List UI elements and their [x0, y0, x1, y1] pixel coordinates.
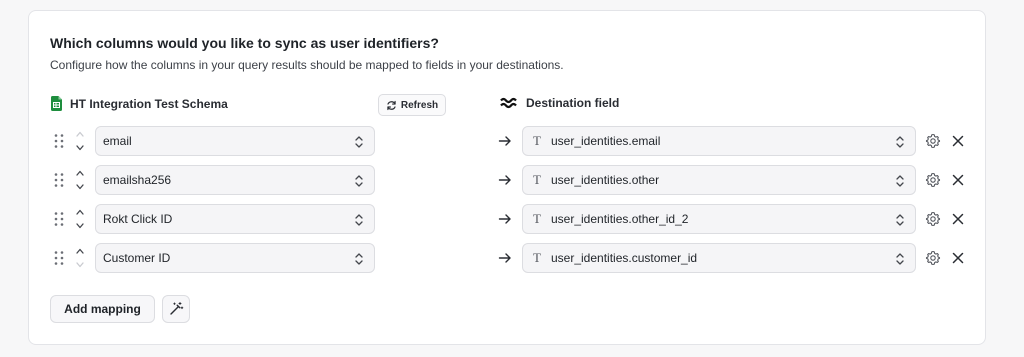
refresh-icon: [387, 100, 396, 110]
close-icon[interactable]: [951, 134, 965, 148]
destination-field-select[interactable]: T user_identities.other: [522, 165, 916, 195]
source-column-select[interactable]: Rokt Click ID: [95, 204, 375, 234]
drag-handle-icon[interactable]: [53, 172, 65, 188]
mapping-row: email T user_identities.email: [29, 126, 987, 156]
close-icon[interactable]: [951, 212, 965, 226]
magic-wand-icon: [170, 302, 184, 315]
reorder-icon[interactable]: [74, 206, 86, 232]
arrow-right-icon: [498, 175, 511, 185]
source-column-value: email: [103, 134, 132, 148]
text-type-icon: T: [533, 211, 541, 226]
source-column-select[interactable]: emailsha256: [95, 165, 375, 195]
section-subtitle: Configure how the columns in your query …: [50, 58, 564, 72]
drag-handle-icon[interactable]: [53, 250, 65, 266]
chevron-up-down-icon: [355, 175, 363, 187]
destination-header: Destination field: [500, 96, 619, 110]
destination-field-value: user_identities.email: [551, 134, 661, 148]
mapping-row: Rokt Click ID T user_identities.other_id…: [29, 204, 987, 234]
close-icon[interactable]: [951, 251, 965, 265]
destination-field-value: user_identities.customer_id: [551, 251, 698, 265]
source-column-value: Customer ID: [103, 251, 171, 265]
destination-logo-icon: [500, 97, 517, 109]
chevron-up-down-icon: [355, 136, 363, 148]
gear-icon[interactable]: [925, 172, 941, 188]
refresh-button[interactable]: Refresh: [378, 94, 446, 116]
magic-mapping-button[interactable]: [162, 295, 190, 323]
refresh-label: Refresh: [400, 99, 439, 111]
source-column-select[interactable]: email: [95, 126, 375, 156]
source-label: HT Integration Test Schema: [70, 96, 228, 111]
chevron-up-down-icon: [896, 253, 904, 265]
mapping-row: emailsha256 T user_identities.other: [29, 165, 987, 195]
google-sheets-icon: [51, 96, 62, 111]
text-type-icon: T: [533, 250, 541, 265]
destination-field-value: user_identities.other: [551, 173, 660, 187]
destination-field-value: user_identities.other_id_2: [551, 212, 689, 226]
drag-handle-icon[interactable]: [53, 133, 65, 149]
drag-handle-icon[interactable]: [53, 211, 65, 227]
reorder-icon[interactable]: [74, 245, 86, 271]
source-column-value: Rokt Click ID: [103, 212, 173, 226]
arrow-right-icon: [498, 214, 511, 224]
chevron-up-down-icon: [896, 214, 904, 226]
add-mapping-button[interactable]: Add mapping: [50, 295, 155, 323]
chevron-up-down-icon: [355, 253, 363, 265]
destination-field-select[interactable]: T user_identities.other_id_2: [522, 204, 916, 234]
source-header: HT Integration Test Schema: [51, 96, 228, 111]
destination-label: Destination field: [526, 96, 620, 110]
section-title: Which columns would you like to sync as …: [50, 35, 439, 51]
gear-icon[interactable]: [925, 250, 941, 266]
reorder-icon[interactable]: [74, 128, 86, 154]
arrow-right-icon: [498, 253, 511, 263]
destination-field-select[interactable]: T user_identities.customer_id: [522, 243, 916, 273]
identifier-mapping-card: Which columns would you like to sync as …: [28, 10, 986, 345]
reorder-icon[interactable]: [74, 167, 86, 193]
destination-field-select[interactable]: T user_identities.email: [522, 126, 916, 156]
close-icon[interactable]: [951, 173, 965, 187]
mapping-row: Customer ID T user_identities.customer_i…: [29, 243, 987, 273]
chevron-up-down-icon: [355, 214, 363, 226]
source-column-value: emailsha256: [103, 173, 172, 187]
text-type-icon: T: [533, 133, 541, 148]
text-type-icon: T: [533, 172, 541, 187]
arrow-right-icon: [498, 136, 511, 146]
chevron-up-down-icon: [896, 136, 904, 148]
gear-icon[interactable]: [925, 133, 941, 149]
gear-icon[interactable]: [925, 211, 941, 227]
chevron-up-down-icon: [896, 175, 904, 187]
source-column-select[interactable]: Customer ID: [95, 243, 375, 273]
